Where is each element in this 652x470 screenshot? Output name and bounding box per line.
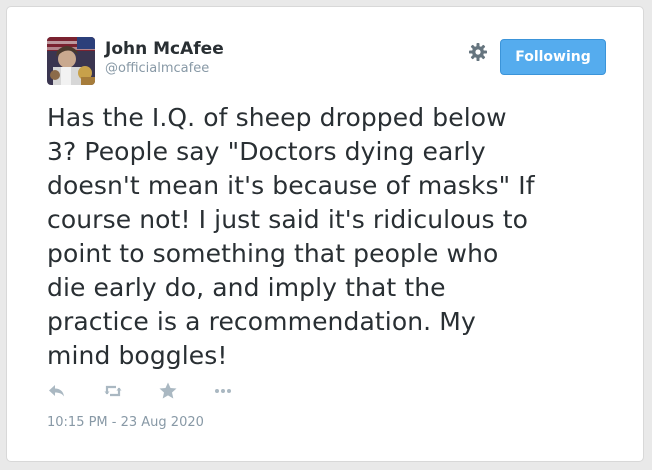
tweet-timestamp[interactable]: 10:15 PM - 23 Aug 2020 (47, 415, 204, 430)
star-icon[interactable] (158, 381, 178, 401)
retweet-icon[interactable] (103, 381, 123, 401)
reply-icon[interactable] (47, 381, 67, 401)
avatar[interactable] (47, 37, 95, 85)
tweet-card: John McAfee @officialmcafee Following Ha… (6, 6, 644, 462)
author-name[interactable]: John McAfee (105, 39, 224, 59)
following-button[interactable]: Following (500, 39, 606, 75)
author-handle[interactable]: @officialmcafee (105, 61, 209, 76)
tweet-text: Has the I.Q. of sheep dropped below 3? P… (47, 103, 535, 370)
gear-icon[interactable] (468, 42, 488, 62)
more-icon[interactable] (213, 381, 233, 401)
avatar-image (47, 37, 95, 85)
